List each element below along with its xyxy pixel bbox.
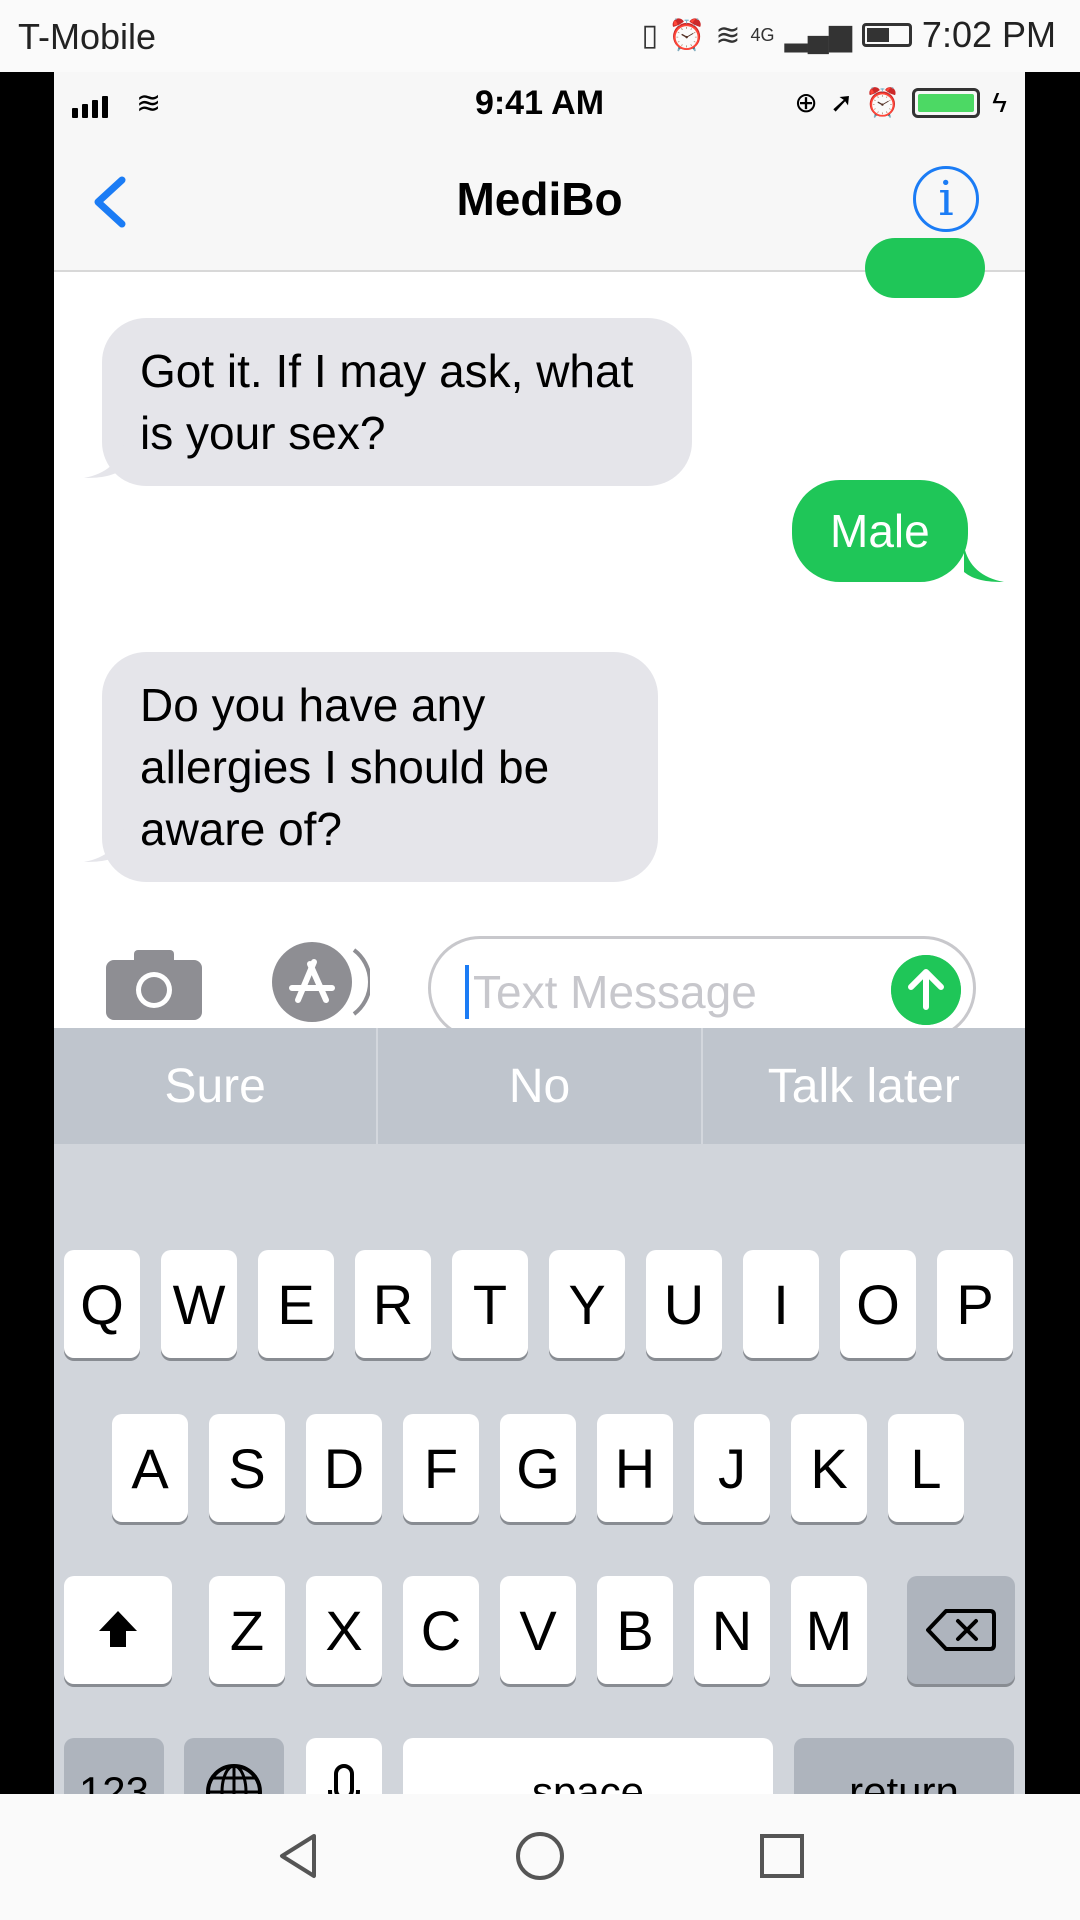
suggestion-no[interactable]: No: [378, 1028, 703, 1144]
wifi-icon: ≋: [715, 18, 741, 52]
key-x[interactable]: X: [306, 1576, 382, 1684]
partial-outgoing-bubble: [865, 238, 985, 298]
bubble-tail: [84, 442, 124, 478]
shift-icon: [99, 1611, 137, 1647]
key-d[interactable]: D: [306, 1414, 382, 1522]
ios-status-bar: ≋ 9:41 AM ⊕ ➚ ⏰ ϟ: [54, 72, 1025, 132]
message-bubble-outgoing: Male: [792, 480, 968, 582]
key-w[interactable]: W: [161, 1250, 237, 1358]
quick-replies-bar: Sure No Talk later: [54, 1028, 1025, 1144]
key-j[interactable]: J: [694, 1414, 770, 1522]
key-k[interactable]: K: [791, 1414, 867, 1522]
key-o[interactable]: O: [840, 1250, 916, 1358]
key-u[interactable]: U: [646, 1250, 722, 1358]
android-status-bar: T-Mobile ▯ ⏰ ≋ 4G ▂▄▆ 7:02 PM: [0, 0, 1080, 72]
info-icon[interactable]: i: [913, 166, 979, 232]
key-g[interactable]: G: [500, 1414, 576, 1522]
key-f[interactable]: F: [403, 1414, 479, 1522]
key-m[interactable]: M: [791, 1576, 867, 1684]
letterbox-left: [0, 72, 54, 1794]
ios-status-icons: ⊕ ➚ ⏰ ϟ: [794, 86, 1007, 119]
send-arrow-icon[interactable]: [891, 955, 961, 1025]
iphone-screen: ≋ 9:41 AM ⊕ ➚ ⏰ ϟ MediBo i Got it. If I …: [54, 72, 1025, 1794]
alarm-icon: ⏰: [668, 18, 706, 52]
battery-icon: [861, 23, 912, 47]
key-e[interactable]: E: [258, 1250, 334, 1358]
return-key[interactable]: return: [794, 1738, 1014, 1794]
key-s[interactable]: S: [209, 1414, 285, 1522]
carrier-label: T-Mobile: [18, 16, 157, 57]
key-i[interactable]: I: [743, 1250, 819, 1358]
message-input[interactable]: Text Message: [428, 936, 976, 1040]
key-n[interactable]: N: [694, 1576, 770, 1684]
ios-alarm-icon: ⏰: [865, 87, 901, 118]
keyboard: Sure No Talk later Q W E R T Y U I O P A…: [54, 1028, 1025, 1794]
key-t[interactable]: T: [452, 1250, 528, 1358]
key-h[interactable]: H: [597, 1414, 673, 1522]
message-placeholder: Text Message: [473, 966, 757, 1018]
camera-icon[interactable]: [104, 946, 204, 1022]
backspace-key[interactable]: [907, 1576, 1015, 1684]
key-l[interactable]: L: [888, 1414, 964, 1522]
message-list[interactable]: Got it. If I may ask, what is your sex? …: [54, 238, 1025, 914]
android-recents-icon[interactable]: [752, 1826, 812, 1886]
globe-key[interactable]: [184, 1738, 284, 1794]
cell-signal-icon: ▂▄▆: [784, 18, 852, 52]
key-y[interactable]: Y: [549, 1250, 625, 1358]
key-c[interactable]: C: [403, 1576, 479, 1684]
microphone-icon: [328, 1764, 360, 1794]
space-key[interactable]: space: [403, 1738, 773, 1794]
android-clock: 7:02 PM: [921, 14, 1056, 55]
key-q[interactable]: Q: [64, 1250, 140, 1358]
key-b[interactable]: B: [597, 1576, 673, 1684]
app-store-icon[interactable]: [264, 940, 370, 1024]
rotation-lock-icon: ⊕: [794, 87, 818, 118]
key-a[interactable]: A: [112, 1414, 188, 1522]
contact-name[interactable]: MediBo: [54, 172, 1025, 226]
android-back-icon[interactable]: [268, 1826, 328, 1886]
message-bubble-incoming: Do you have any allergies I should be aw…: [102, 652, 658, 882]
key-z[interactable]: Z: [209, 1576, 285, 1684]
charging-icon: ϟ: [992, 86, 1007, 118]
numbers-key[interactable]: 123: [64, 1738, 164, 1794]
key-p[interactable]: P: [937, 1250, 1013, 1358]
suggestion-sure[interactable]: Sure: [54, 1028, 379, 1144]
bubble-tail: [84, 826, 124, 862]
key-r[interactable]: R: [355, 1250, 431, 1358]
vibrate-icon: ▯: [641, 18, 658, 52]
android-nav-bar: [0, 1794, 1080, 1920]
message-bubble-incoming: Got it. If I may ask, what is your sex?: [102, 318, 692, 486]
bubble-tail: [964, 546, 1004, 582]
android-home-icon[interactable]: [510, 1826, 570, 1886]
ios-battery-icon: [912, 87, 981, 118]
android-status-icons: ▯ ⏰ ≋ 4G ▂▄▆ 7:02 PM: [641, 14, 1056, 56]
shift-key[interactable]: [64, 1576, 172, 1684]
letterbox-right: [1026, 72, 1080, 1794]
globe-icon: [206, 1764, 262, 1794]
network-type-label: 4G: [750, 24, 775, 45]
dictation-key[interactable]: [306, 1738, 382, 1794]
text-caret: [465, 965, 469, 1019]
location-icon: ➚: [829, 87, 854, 118]
key-v[interactable]: V: [500, 1576, 576, 1684]
suggestion-talk-later[interactable]: Talk later: [703, 1028, 1025, 1144]
backspace-icon: [926, 1609, 996, 1651]
